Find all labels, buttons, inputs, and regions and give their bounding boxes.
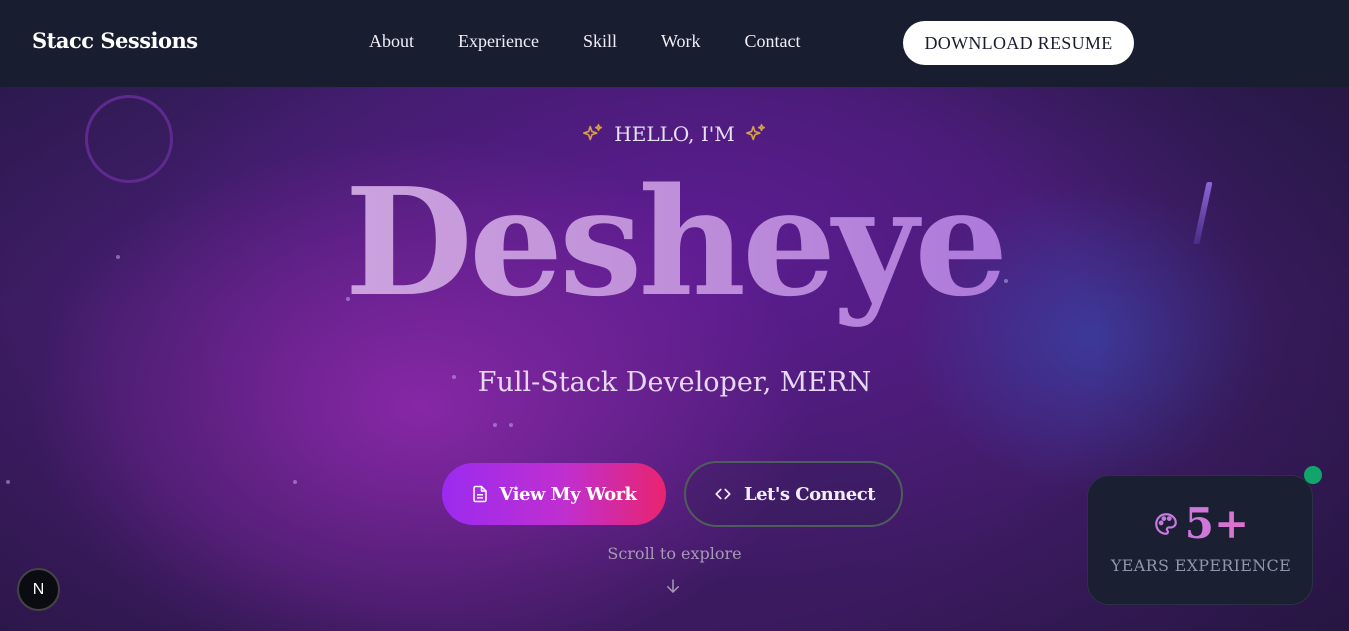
nav-links: About Experience Skill Work Contact [369, 31, 845, 52]
download-resume-button[interactable]: DOWNLOAD RESUME [903, 21, 1134, 65]
experience-stat: 5+ [1088, 502, 1314, 546]
sparkle-icon [583, 124, 603, 141]
particle-dot [493, 423, 497, 427]
experience-card: 5+ YEARS EXPERIENCE [1087, 475, 1313, 605]
lets-connect-label: Let's Connect [743, 483, 876, 505]
nav-link-contact[interactable]: Contact [745, 31, 801, 52]
particle-dot [6, 480, 10, 484]
nav-link-work[interactable]: Work [661, 31, 701, 52]
nav-link-experience[interactable]: Experience [458, 31, 539, 52]
lets-connect-button[interactable]: Let's Connect [684, 461, 903, 527]
hero-name: Desheye [0, 157, 1349, 327]
experience-label: YEARS EXPERIENCE [1110, 556, 1292, 575]
code-icon [715, 488, 731, 500]
hero-role: Full-Stack Developer, MERN [477, 367, 872, 398]
top-navbar: Stacc Sessions About Experience Skill Wo… [0, 0, 1349, 87]
arrow-down-icon[interactable] [664, 576, 682, 596]
document-icon [473, 485, 488, 503]
greeting: HELLO, I'M [0, 122, 1349, 146]
view-my-work-label: View My Work [499, 483, 637, 505]
greeting-text: HELLO, I'M [614, 122, 735, 146]
brand-logo[interactable]: Stacc Sessions [32, 28, 198, 53]
experience-value: 5+ [1184, 499, 1250, 548]
palette-icon [1154, 513, 1177, 535]
status-dot [1304, 466, 1322, 484]
particle-dot [293, 480, 297, 484]
nav-link-about[interactable]: About [369, 31, 414, 52]
sparkle-icon [745, 124, 765, 141]
framework-badge[interactable]: N [17, 568, 60, 611]
nav-link-skill[interactable]: Skill [583, 31, 617, 52]
view-my-work-button[interactable]: View My Work [442, 463, 666, 525]
particle-dot [509, 423, 513, 427]
